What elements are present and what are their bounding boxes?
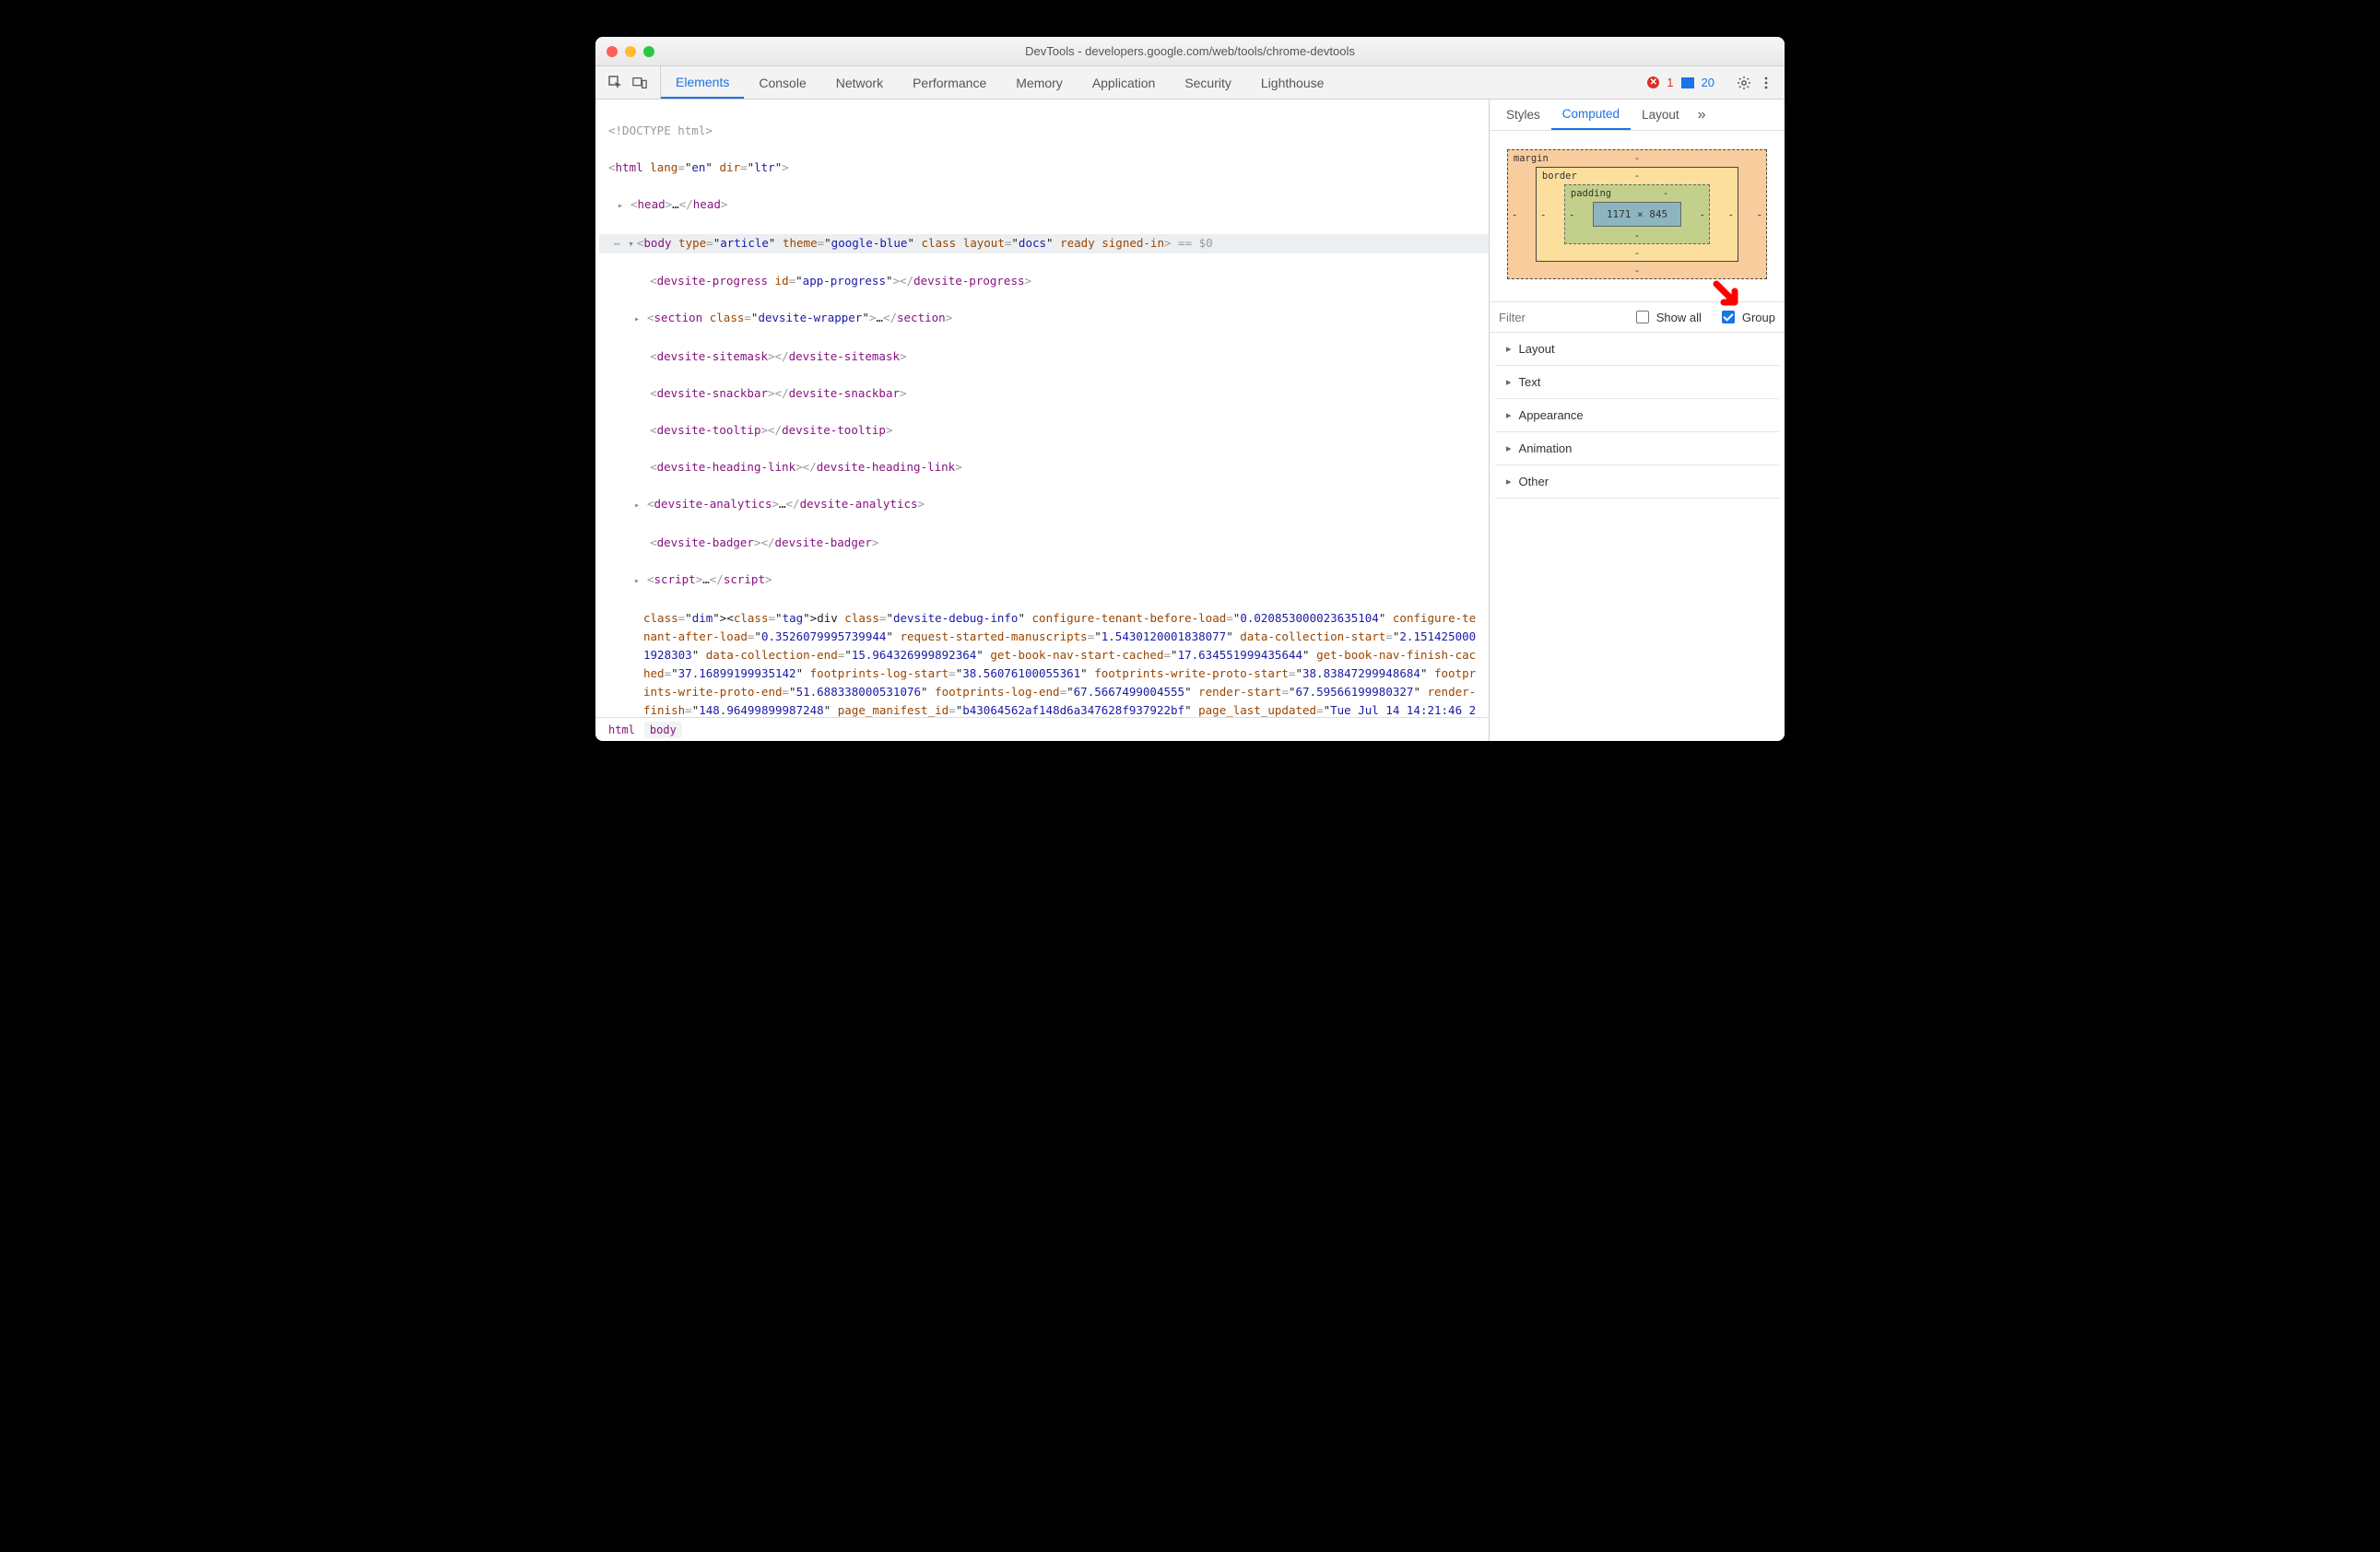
group-checkbox[interactable] — [1722, 311, 1735, 323]
tab-lighthouse[interactable]: Lighthouse — [1246, 66, 1339, 99]
elements-panel: <!DOCTYPE html> <html lang="en" dir="ltr… — [595, 100, 1490, 741]
tab-application[interactable]: Application — [1078, 66, 1171, 99]
tab-network[interactable]: Network — [821, 66, 898, 99]
dom-tree[interactable]: <!DOCTYPE html> <html lang="en" dir="ltr… — [595, 100, 1489, 717]
tab-memory[interactable]: Memory — [1001, 66, 1078, 99]
more-icon[interactable] — [1759, 76, 1773, 90]
filter-input[interactable] — [1499, 311, 1554, 324]
message-count-icon[interactable] — [1681, 77, 1694, 88]
section-layout[interactable]: Layout — [1495, 333, 1779, 366]
section-other[interactable]: Other — [1495, 465, 1779, 499]
showall-checkbox[interactable] — [1636, 311, 1649, 323]
breadcrumb-html[interactable]: html — [603, 722, 641, 738]
error-count[interactable]: 1 — [1667, 76, 1673, 89]
side-tab-computed[interactable]: Computed — [1551, 100, 1631, 130]
breadcrumb-body[interactable]: body — [644, 722, 682, 738]
doctype-node[interactable]: <!DOCTYPE html> — [608, 123, 713, 137]
side-panel: Styles Computed Layout » margin - - - - … — [1490, 100, 1785, 741]
inspect-icon[interactable] — [608, 76, 623, 90]
side-tab-styles[interactable]: Styles — [1495, 100, 1551, 130]
devtools-window: DevTools - developers.google.com/web/too… — [595, 37, 1785, 741]
message-count[interactable]: 20 — [1702, 76, 1714, 89]
close-dot[interactable] — [607, 46, 618, 57]
box-content-dims: 1171 × 845 — [1593, 202, 1681, 227]
section-text[interactable]: Text — [1495, 366, 1779, 399]
filter-row: Show all Group — [1490, 301, 1785, 333]
minimize-dot[interactable] — [625, 46, 636, 57]
box-model[interactable]: margin - - - - border - - - - padding — [1490, 131, 1785, 301]
tab-console[interactable]: Console — [744, 66, 820, 99]
side-tab-layout[interactable]: Layout — [1631, 100, 1691, 130]
breadcrumb: html body — [595, 717, 1489, 741]
box-margin-label: margin — [1514, 153, 1549, 164]
box-padding-label: padding — [1571, 188, 1611, 199]
selected-body-node[interactable]: <body type="article" theme="google-blue"… — [599, 234, 1489, 253]
debug-info-div[interactable]: class="dim"><class="tag">div class="devs… — [599, 609, 1489, 717]
main-tabs: Elements Console Network Performance Mem… — [661, 66, 1636, 99]
tab-performance[interactable]: Performance — [898, 66, 1001, 99]
showall-label[interactable]: Show all — [1656, 311, 1702, 324]
zoom-dot[interactable] — [643, 46, 654, 57]
tab-elements[interactable]: Elements — [661, 66, 744, 99]
window-title: DevTools - developers.google.com/web/too… — [595, 44, 1785, 58]
main-toolbar: Elements Console Network Performance Mem… — [595, 66, 1785, 100]
section-animation[interactable]: Animation — [1495, 432, 1779, 465]
box-border-label: border — [1542, 170, 1577, 182]
settings-icon[interactable] — [1737, 76, 1751, 90]
error-count-icon[interactable]: ✕ — [1647, 76, 1659, 88]
side-tab-more-icon[interactable]: » — [1691, 100, 1714, 130]
device-toggle-icon[interactable] — [632, 76, 647, 90]
group-label[interactable]: Group — [1742, 311, 1775, 324]
titlebar: DevTools - developers.google.com/web/too… — [595, 37, 1785, 66]
side-tabs: Styles Computed Layout » — [1490, 100, 1785, 131]
tab-security[interactable]: Security — [1170, 66, 1246, 99]
section-appearance[interactable]: Appearance — [1495, 399, 1779, 432]
